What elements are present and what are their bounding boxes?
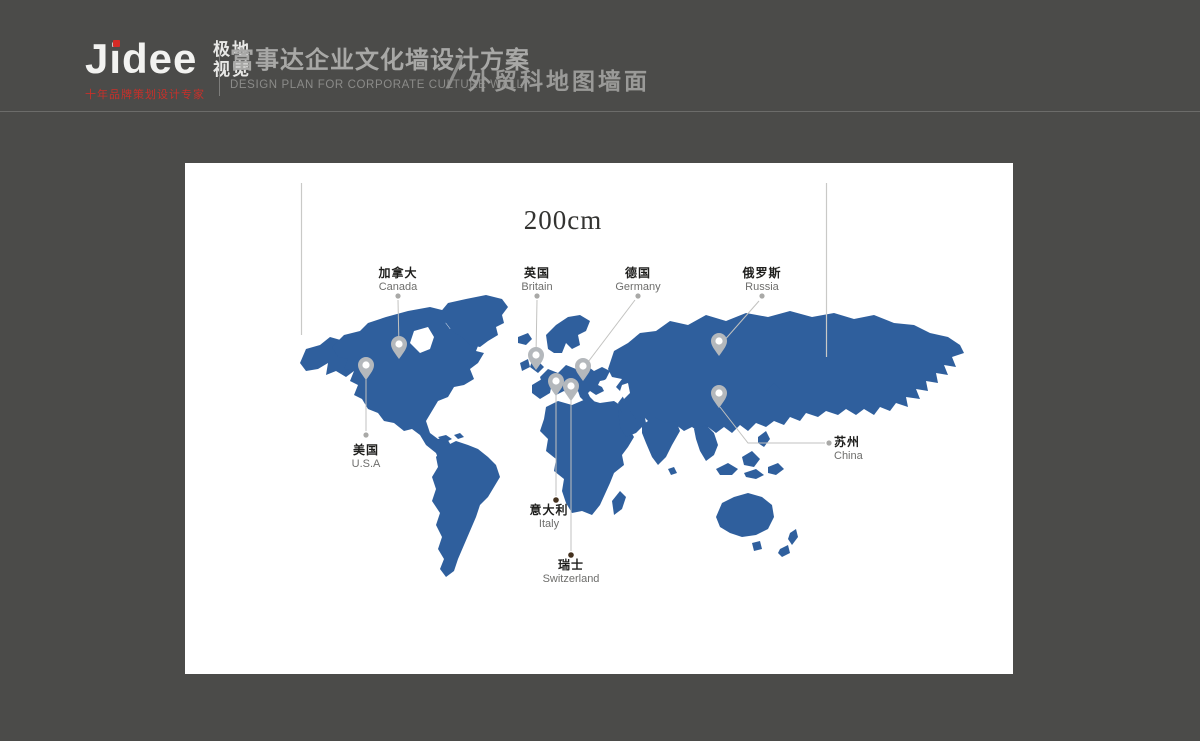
label-britain-en: Britain [521,281,552,294]
label-italy: 意大利 Italy [529,504,568,531]
label-suzhou-cn: 苏州 [834,436,863,449]
label-russia-cn: 俄罗斯 [742,267,781,280]
label-italy-en: Italy [529,518,568,531]
location-pins [358,333,727,408]
title-slash-divider: / [448,52,460,96]
label-switzerland-en: Switzerland [543,573,600,586]
label-usa: 美国 U.S.A [352,444,381,471]
pin-usa [358,357,374,380]
map-annotations [185,163,1013,674]
label-russia-en: Russia [742,281,781,294]
logo-red-dot-icon [113,40,120,47]
label-usa-cn: 美国 [352,444,381,457]
label-russia: 俄罗斯 Russia [742,267,781,294]
label-suzhou-en: China [834,450,863,463]
label-britain: 英国 Britain [521,267,552,294]
section-title: 外贸科地图墙面 [468,62,650,96]
pin-germany [575,358,591,381]
label-germany-en: Germany [615,281,660,294]
pin-canada [391,336,407,359]
label-canada-en: Canada [378,281,417,294]
header-separator-line [219,48,220,96]
label-canada-cn: 加拿大 [378,267,417,280]
pin-switzerland [548,373,564,396]
label-usa-en: U.S.A [352,458,381,471]
logo-brand-text: Jidee [85,38,197,80]
pin-britain [528,347,544,370]
page-header: Jidee 极地 视觉 十年品牌策划设计专家 富事达企业文化墙设计方案 DESI… [0,0,1200,112]
connector-lines [366,300,825,551]
label-switzerland-cn: 瑞士 [543,559,600,572]
label-britain-cn: 英国 [521,267,552,280]
label-suzhou: 苏州 China [834,436,863,463]
pin-russia [711,333,727,356]
label-germany-cn: 德国 [615,267,660,280]
pin-suzhou [711,385,727,408]
label-germany: 德国 Germany [615,267,660,294]
label-canada: 加拿大 Canada [378,267,417,294]
design-canvas: 200cm [185,163,1013,674]
label-italy-cn: 意大利 [529,504,568,517]
logo-tagline: 十年品牌策划设计专家 [85,86,205,102]
label-dots [363,293,831,557]
label-switzerland: 瑞士 Switzerland [543,559,600,586]
pin-italy [563,378,579,401]
